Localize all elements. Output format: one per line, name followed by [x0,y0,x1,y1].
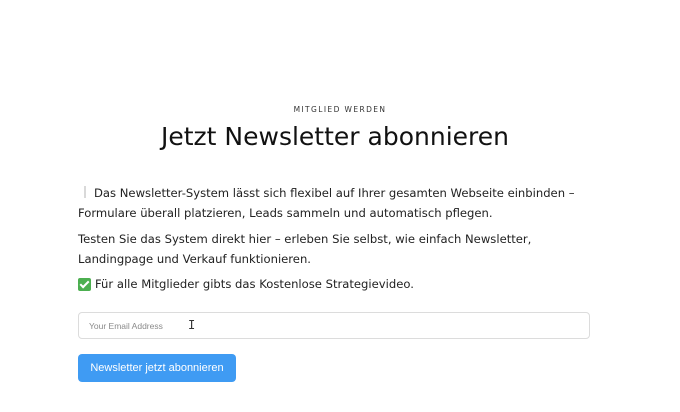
subscribe-button[interactable]: Newsletter jetzt abonnieren [78,354,236,382]
intro-paragraph: Das Newsletter-System lässt sich flexibe… [78,183,598,223]
section-title: Jetzt Newsletter abonnieren [161,122,509,151]
bonus-paragraph: Für alle Mitglieder gibts das Kostenlose… [78,274,598,294]
email-input[interactable] [78,312,590,339]
check-mark-icon [78,277,91,291]
test-paragraph: Testen Sie das System direkt hier – erle… [78,232,532,266]
quote-bar-icon [84,186,86,198]
intro-text: Das Newsletter-System lässt sich flexibe… [78,186,575,220]
section-eyebrow: MITGLIED WERDEN [293,105,387,114]
bonus-text: Für alle Mitglieder gibts das Kostenlose… [95,277,414,291]
